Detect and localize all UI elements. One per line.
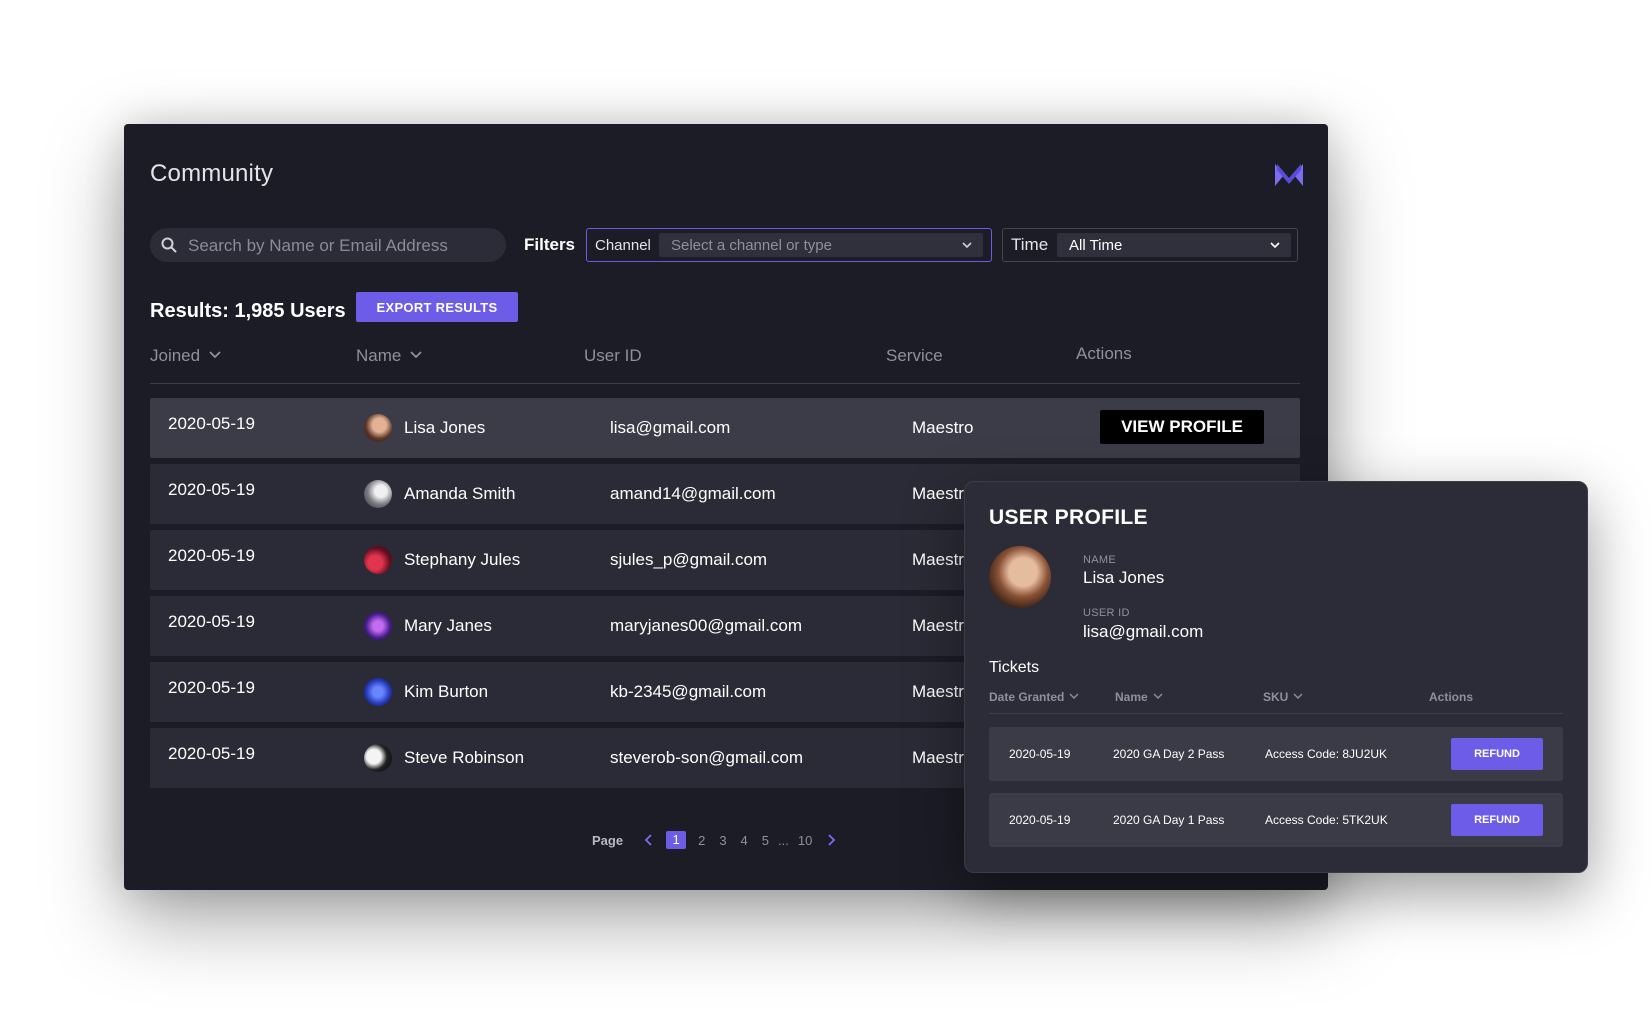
avatar <box>364 546 392 574</box>
avatar <box>364 612 392 640</box>
export-results-button[interactable]: EXPORT RESULTS <box>356 292 518 322</box>
tickets-heading: Tickets <box>989 659 1040 676</box>
joined-cell: 2020-05-19 <box>168 744 255 763</box>
avatar <box>364 744 392 772</box>
search-icon <box>161 237 177 253</box>
ticket-name: 2020 GA Day 1 Pass <box>1113 813 1225 827</box>
profile-name-label: NAME <box>1083 554 1116 566</box>
name-cell: Lisa Jones <box>404 418 486 437</box>
column-header-service: Service <box>886 346 943 365</box>
ticket-header-actions: Actions <box>1429 690 1474 704</box>
view-profile-button[interactable]: VIEW PROFILE <box>1100 410 1264 444</box>
page-link-5[interactable]: 5 <box>762 833 769 848</box>
time-select-value: All Time <box>1069 236 1123 254</box>
column-header-actions: Actions <box>1076 344 1132 363</box>
user-id-cell: amand14@gmail.com <box>610 484 776 503</box>
channel-label: Channel <box>595 236 651 254</box>
page-link-1[interactable]: 1 <box>666 831 687 849</box>
search-bar[interactable] <box>150 228 506 264</box>
chevron-down-icon <box>1270 242 1280 249</box>
page-title: Community <box>150 160 274 187</box>
ticket-name: 2020 GA Day 2 Pass <box>1113 747 1225 761</box>
table-row[interactable]: 2020-05-19 Lisa Jones lisa@gmail.com Mae… <box>150 398 1300 458</box>
chevron-down-icon <box>1069 693 1079 699</box>
joined-cell: 2020-05-19 <box>168 414 255 433</box>
channel-filter: Channel Select a channel or type <box>586 228 992 262</box>
chevron-right-icon[interactable] <box>825 833 837 847</box>
chevron-left-icon[interactable] <box>643 833 655 847</box>
ticket-header-date-label: Date Granted <box>989 690 1065 704</box>
name-cell: Kim Burton <box>404 682 489 701</box>
results-count: Results: 1,985 Users <box>150 300 346 322</box>
profile-user-id-label: USER ID <box>1083 607 1130 619</box>
m-logo-icon <box>1275 164 1303 186</box>
page-link-2[interactable]: 2 <box>698 833 705 848</box>
joined-cell: 2020-05-19 <box>168 678 255 697</box>
joined-cell: 2020-05-19 <box>168 546 255 565</box>
profile-name-value: Lisa Jones <box>1083 568 1165 587</box>
service-cell: Maestro <box>912 418 974 437</box>
time-filter: Time All Time <box>1002 228 1298 262</box>
name-cell: Stephany Jules <box>404 550 521 569</box>
user-id-cell: maryjanes00@gmail.com <box>610 616 803 635</box>
user-id-cell: steverob-son@gmail.com <box>610 748 803 767</box>
chevron-down-icon <box>962 242 972 249</box>
column-header-name-label: Name <box>356 346 402 365</box>
ticket-date: 2020-05-19 <box>1009 813 1071 827</box>
ticket-sku: Access Code: 8JU2UK <box>1265 747 1388 761</box>
ticket-header-date[interactable]: Date Granted <box>989 690 1079 704</box>
user-id-cell: sjules_p@gmail.com <box>610 550 768 569</box>
name-cell: Amanda Smith <box>404 484 516 503</box>
ticket-header-name[interactable]: Name <box>1115 690 1163 704</box>
filters-label: Filters <box>524 235 576 254</box>
ticket-row: 2020-05-19 2020 GA Day 2 Pass Access Cod… <box>989 727 1563 781</box>
chevron-down-icon <box>1153 693 1163 699</box>
ticket-header-sku[interactable]: SKU <box>1263 690 1303 704</box>
header-divider <box>150 383 1300 384</box>
profile-title: USER PROFILE <box>989 506 1148 529</box>
ticket-row: 2020-05-19 2020 GA Day 1 Pass Access Cod… <box>989 793 1563 847</box>
refund-button[interactable]: REFUND <box>1451 738 1543 770</box>
search-input[interactable] <box>186 228 490 264</box>
name-cell: Steve Robinson <box>404 748 525 767</box>
ticket-header-name-label: Name <box>1115 690 1148 704</box>
avatar <box>364 678 392 706</box>
ticket-header-sku-label: SKU <box>1263 690 1289 704</box>
column-header-joined[interactable]: Joined <box>150 346 222 366</box>
chevron-down-icon <box>410 351 422 359</box>
avatar <box>364 414 392 442</box>
name-cell: Mary Janes <box>404 616 492 635</box>
pagination: Page 1 2 3 4 5 ... 10 <box>592 830 843 850</box>
column-header-name[interactable]: Name <box>356 346 423 366</box>
pagination-label: Page <box>592 832 624 848</box>
time-label: Time <box>1011 235 1049 254</box>
page-link-10[interactable]: 10 <box>798 833 812 848</box>
page-link-4[interactable]: 4 <box>741 833 748 848</box>
chevron-down-icon <box>209 351 221 359</box>
joined-cell: 2020-05-19 <box>168 612 255 631</box>
user-id-cell: lisa@gmail.com <box>610 418 731 437</box>
channel-select-placeholder: Select a channel or type <box>671 236 832 254</box>
page-ellipsis: ... <box>778 832 789 848</box>
page-link-3[interactable]: 3 <box>719 833 726 848</box>
chevron-down-icon <box>1293 693 1303 699</box>
column-header-joined-label: Joined <box>150 346 201 365</box>
avatar <box>364 480 392 508</box>
channel-select[interactable]: Select a channel or type <box>659 233 983 257</box>
column-header-user-id: User ID <box>584 346 642 365</box>
refund-button[interactable]: REFUND <box>1451 804 1543 836</box>
ticket-header-divider <box>989 713 1563 714</box>
joined-cell: 2020-05-19 <box>168 480 255 499</box>
ticket-sku: Access Code: 5TK2UK <box>1265 813 1388 827</box>
time-select[interactable]: All Time <box>1057 233 1291 257</box>
user-id-cell: kb-2345@gmail.com <box>610 682 767 701</box>
avatar <box>989 546 1051 608</box>
profile-user-id-value: lisa@gmail.com <box>1083 622 1204 641</box>
ticket-date: 2020-05-19 <box>1009 747 1071 761</box>
user-profile-panel: USER PROFILE NAME Lisa Jones USER ID lis… <box>964 481 1588 873</box>
